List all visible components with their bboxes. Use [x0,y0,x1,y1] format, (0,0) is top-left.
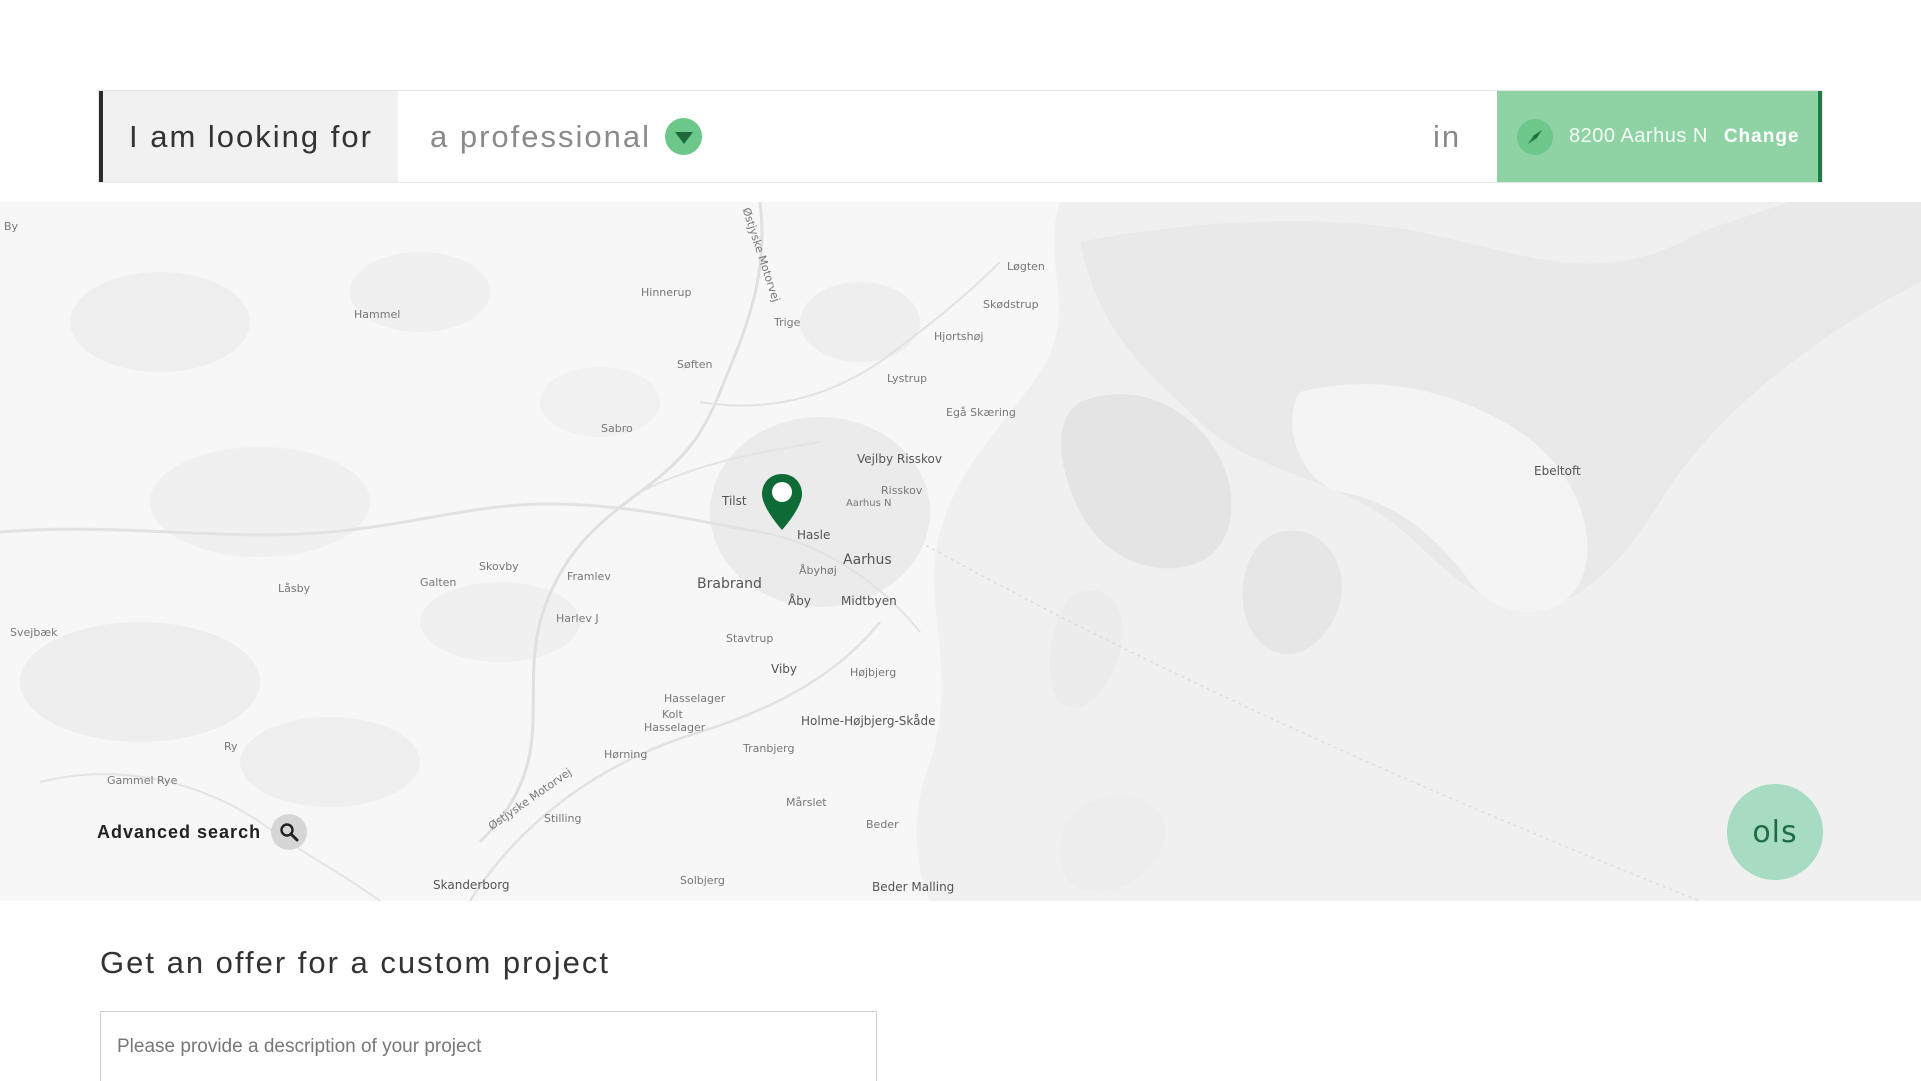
place-label: Højbjerg [850,666,897,679]
location-selector[interactable]: 8200 Aarhus N Change [1497,91,1822,182]
brand-logo[interactable]: ols [1727,784,1823,880]
place-label: Stilling [544,812,582,825]
chevron-down-icon[interactable] [665,118,703,155]
place-label: By [4,220,19,233]
place-label: Beder Malling [872,880,955,894]
place-label: Sabro [601,422,633,435]
place-label: Svejbæk [10,626,58,639]
place-label: Mårslet [786,796,827,809]
in-label: in [1433,118,1462,154]
place-label: Egå Skæring [946,406,1016,419]
search-icon[interactable] [271,814,308,850]
map-pin-icon[interactable] [760,472,804,532]
place-label: Stavtrup [726,632,774,645]
advanced-search-button[interactable]: Advanced search [97,814,308,850]
map-background [0,202,1921,901]
place-label: Galten [420,576,457,589]
place-label: Holme-Højbjerg-Skåde [801,714,936,728]
change-location-button[interactable]: Change [1724,126,1800,148]
place-label: Skødstrup [983,298,1039,311]
place-label: Ebeltoft [1534,464,1581,478]
place-label: Hørning [604,748,648,761]
advanced-search-label: Advanced search [97,821,262,842]
location-text: 8200 Aarhus N [1569,125,1708,147]
place-label: Aarhus [843,552,892,568]
place-label: Harlev J [556,612,599,625]
compass-icon [1517,118,1553,155]
place-label: Løgten [1007,260,1045,273]
place-label: Aarhus N [846,498,892,509]
place-label: Skanderborg [433,878,510,892]
place-label: Midtbyen [841,594,897,608]
map[interactable]: By Hinnerup Løgten Skødstrup Hammel Trig… [0,202,1921,901]
place-label: Hammel [354,308,401,321]
category-value: a professional [430,118,652,154]
offer-title: Get an offer for a custom project [100,945,610,980]
place-label: Framlev [567,570,611,583]
place-label: Brabrand [697,576,762,592]
place-label: Åby [788,594,811,608]
place-label: Solbjerg [680,874,725,887]
place-label: Lystrup [887,372,928,385]
category-dropdown[interactable]: a professional [398,91,1433,182]
place-label: Låsby [278,582,311,595]
place-label: Risskov [881,484,923,497]
place-label: Kolt [662,708,683,721]
place-label: Søften [677,358,713,371]
place-label: Tranbjerg [743,742,795,755]
place-label: Viby [771,662,797,676]
place-label: Åbyhøj [799,564,837,577]
search-bar: I am looking for a professional in 8200 … [98,90,1823,183]
search-prefix-label: I am looking for [99,91,398,182]
place-label: Trige [774,316,801,329]
place-label: Hasselager [664,692,726,705]
place-label: Hinnerup [641,286,692,299]
place-label: Tilst [722,494,747,508]
place-label: Hjortshøj [934,330,984,343]
place-label: Vejlby Risskov [857,452,943,466]
project-description-input[interactable] [100,1011,877,1081]
place-label: Skovby [479,560,519,573]
place-label: Hasselager [644,721,706,734]
place-label: Ry [224,740,238,753]
place-label: Beder [866,818,899,831]
place-label: Gammel Rye [107,774,178,787]
